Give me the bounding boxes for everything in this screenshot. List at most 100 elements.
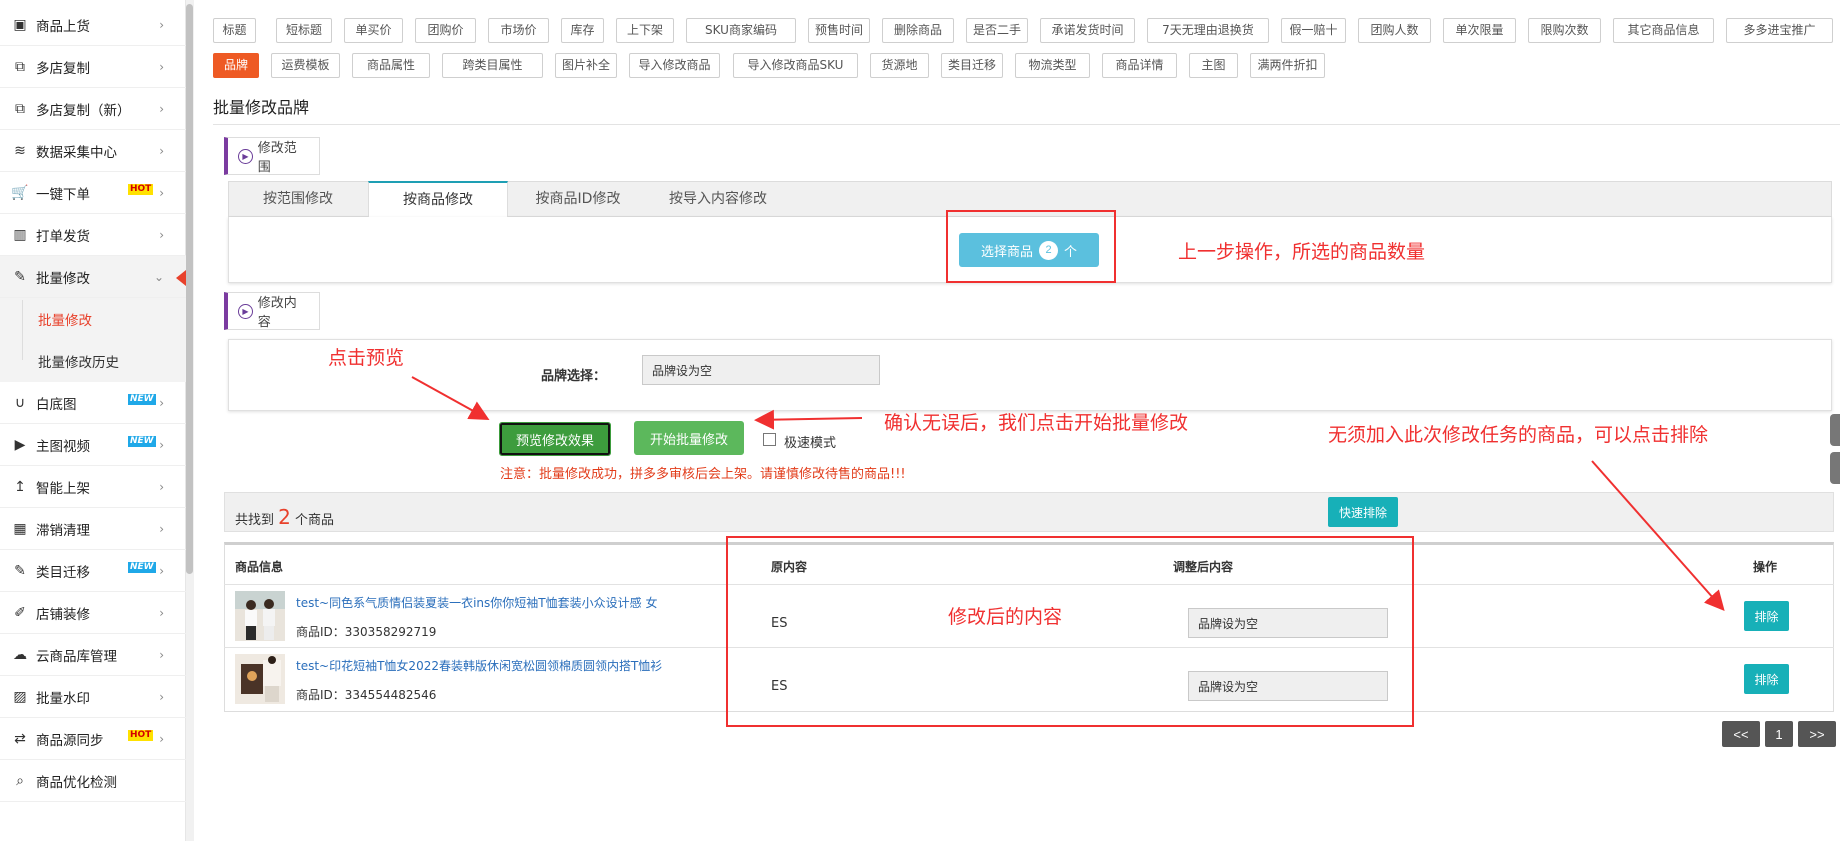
edit-field-tag[interactable]: 是否二手: [966, 18, 1028, 43]
exclude-button[interactable]: 排除: [1744, 601, 1789, 631]
product-thumbnail: [235, 591, 285, 641]
side-panel-handle[interactable]: [1830, 414, 1840, 446]
page-prev-button[interactable]: <<: [1722, 721, 1760, 747]
copy-icon: ⧉: [15, 100, 25, 117]
fast-mode-checkbox[interactable]: [763, 433, 776, 446]
side-panel-handle[interactable]: [1830, 452, 1840, 484]
search-icon: ⌕: [16, 772, 24, 789]
edit-field-tag[interactable]: 满两件折扣: [1250, 53, 1325, 78]
annotation-preview: 点击预览: [328, 347, 405, 369]
sidebar-item[interactable]: ✎ 批量修改 ⌄: [0, 256, 186, 298]
fast-mode-label: 极速模式: [784, 436, 837, 451]
page-next-button[interactable]: >>: [1798, 721, 1836, 747]
edit-icon: ✎: [14, 562, 26, 579]
edit-field-tag[interactable]: 其它商品信息: [1613, 18, 1714, 43]
product-name-link[interactable]: test~同色系气质情侣装夏装一衣ins你你短袖T恤套装小众设计感 女: [296, 594, 657, 611]
tab-by-import[interactable]: 按导入内容修改: [648, 181, 788, 217]
edit-field-tag[interactable]: 承诺发货时间: [1040, 18, 1135, 43]
edit-field-tag-brand[interactable]: 品牌: [213, 53, 259, 78]
edit-field-tag[interactable]: 物流类型: [1015, 53, 1090, 78]
edit-field-tag[interactable]: 团购人数: [1358, 18, 1431, 43]
brand-select-field[interactable]: 品牌设为空: [642, 355, 880, 385]
content-panel: [228, 339, 1832, 411]
sidebar-item[interactable]: ▥ 打单发货 ›: [0, 214, 186, 256]
edit-icon: ✎: [14, 268, 26, 285]
edit-field-tag[interactable]: 7天无理由退换货: [1147, 18, 1269, 43]
sidebar-item[interactable]: ∪ 白底图 NEW ›: [0, 382, 186, 424]
edit-field-tag[interactable]: 运费模板: [271, 53, 340, 78]
sidebar-subitem-history[interactable]: 批量修改历史: [0, 340, 186, 382]
product-thumbnail: [235, 654, 285, 704]
exclude-button[interactable]: 排除: [1744, 664, 1789, 694]
sidebar-item[interactable]: ↥ 智能上架 ›: [0, 466, 186, 508]
edit-field-tag[interactable]: 导入修改商品: [629, 53, 720, 78]
sidebar-item-label: 商品源同步: [36, 732, 104, 749]
sidebar-item[interactable]: ✐ 店铺装修 ›: [0, 592, 186, 634]
sidebar-subitem-batch-edit[interactable]: 批量修改: [0, 298, 186, 340]
annotation-start: 确认无误后，我们点击开始批量修改: [884, 412, 1189, 434]
page-number-button[interactable]: 1: [1765, 721, 1793, 747]
edit-field-tag[interactable]: 预售时间: [808, 18, 870, 43]
sidebar-item[interactable]: ☁ 云商品库管理 ›: [0, 634, 186, 676]
sidebar-item-label: 云商品库管理: [36, 648, 117, 665]
result-summary-bar: [224, 492, 1834, 532]
start-batch-edit-button[interactable]: 开始批量修改: [634, 421, 744, 455]
chevron-right-icon: ›: [159, 227, 164, 242]
sidebar-item[interactable]: ⇄ 商品源同步 HOT ›: [0, 718, 186, 760]
edit-field-tag[interactable]: 单买价: [344, 18, 403, 43]
sidebar-item-label: 批量水印: [36, 690, 90, 707]
title-divider: [213, 124, 1840, 125]
edit-field-tag[interactable]: 货源地: [870, 53, 929, 78]
arrow-to-start: [754, 409, 863, 430]
sidebar-item[interactable]: ⧉ 多店复制 ›: [0, 46, 186, 88]
sidebar-item-label: 类目迁移: [36, 564, 90, 581]
copy-icon: ⧉: [15, 58, 25, 75]
sidebar-item[interactable]: ⌕ 商品优化检测: [0, 760, 186, 802]
edit-field-tag[interactable]: 导入修改商品SKU: [733, 53, 858, 78]
edit-field-tag[interactable]: 跨类目属性: [442, 53, 543, 78]
sidebar-item[interactable]: ▨ 批量水印 ›: [0, 676, 186, 718]
edit-field-tag[interactable]: 多多进宝推广: [1726, 18, 1833, 43]
annotation-count: 上一步操作，所选的商品数量: [1178, 241, 1426, 263]
chevron-right-icon: ›: [159, 143, 164, 158]
tab-by-range[interactable]: 按范围修改: [228, 181, 368, 217]
sidebar-item[interactable]: ✎ 类目迁移 NEW ›: [0, 550, 186, 592]
tab-by-product-id[interactable]: 按商品ID修改: [508, 181, 648, 217]
sidebar-item[interactable]: ⧉ 多店复制（新） ›: [0, 88, 186, 130]
edit-field-tag[interactable]: 主图: [1189, 53, 1238, 78]
chevron-right-icon: ›: [159, 59, 164, 74]
sidebar-item[interactable]: ▶ 主图视频 NEW ›: [0, 424, 186, 466]
sidebar-scrollbar-thumb[interactable]: [186, 4, 193, 574]
submenu-line: [22, 300, 23, 360]
content-label-text: 修改内容: [257, 296, 297, 330]
quick-exclude-button[interactable]: 快速排除: [1328, 497, 1398, 527]
edit-field-tag[interactable]: 删除商品: [882, 18, 954, 43]
preview-button[interactable]: 预览修改效果: [499, 422, 611, 456]
edit-field-tag[interactable]: 商品属性: [352, 53, 430, 78]
edit-field-tag[interactable]: 团购价: [415, 18, 476, 43]
sidebar-item[interactable]: 🛒 一键下单 HOT ›: [0, 172, 186, 214]
edit-field-tag[interactable]: SKU商家编码: [686, 18, 796, 43]
edit-field-tag[interactable]: 图片补全: [555, 53, 617, 78]
edit-field-tag[interactable]: 库存: [561, 18, 604, 43]
edit-field-tag[interactable]: 假一赔十: [1281, 18, 1346, 43]
magnet-icon: ∪: [14, 394, 26, 411]
sidebar-item-label: 多店复制（新）: [36, 102, 131, 119]
sidebar-item[interactable]: ▦ 滞销清理 ›: [0, 508, 186, 550]
edit-field-tag[interactable]: 限购次数: [1528, 18, 1601, 43]
edit-field-tag[interactable]: 市场价: [488, 18, 549, 43]
chevron-right-icon: ›: [159, 185, 164, 200]
sidebar-item[interactable]: ≋ 数据采集中心 ›: [0, 130, 186, 172]
edit-field-tag[interactable]: 商品详情: [1102, 53, 1177, 78]
edit-field-tag[interactable]: 单次限量: [1443, 18, 1516, 43]
sidebar-item-label: 批量修改: [36, 270, 90, 287]
active-marker: [176, 270, 186, 286]
product-name-link[interactable]: test~印花短袖T恤女2022春装韩版休闲宽松圆领棉质圆领内搭T恤衫: [296, 657, 662, 674]
sidebar-item[interactable]: ▣ 商品上货 ›: [0, 4, 186, 46]
tab-by-product[interactable]: 按商品修改: [368, 181, 508, 218]
edit-field-tag[interactable]: 标题: [213, 18, 256, 43]
edit-field-tag[interactable]: 短标题: [276, 18, 332, 43]
product-id: 商品ID：330358292719: [296, 625, 437, 639]
edit-field-tag[interactable]: 类目迁移: [941, 53, 1003, 78]
edit-field-tag[interactable]: 上下架: [616, 18, 674, 43]
